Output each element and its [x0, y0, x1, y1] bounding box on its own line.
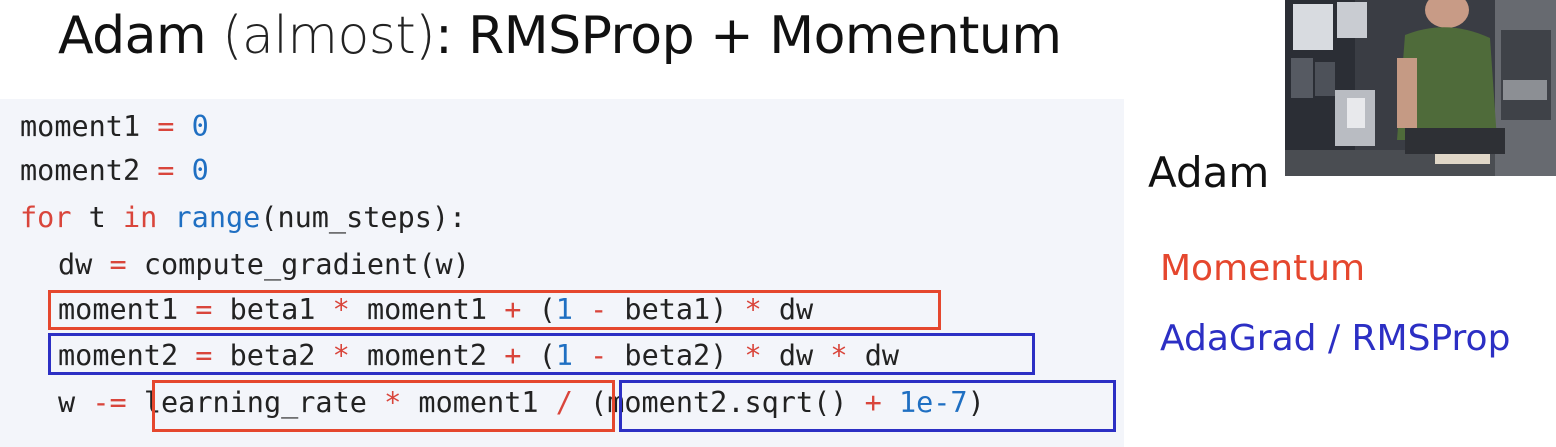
rmsprop-highlight-box [48, 333, 1035, 375]
code-token: dw [58, 248, 93, 281]
code-operator: = [157, 154, 175, 187]
code-token: w [58, 386, 76, 419]
code-number: 0 [191, 154, 209, 187]
code-token: moment2 [20, 154, 141, 187]
code-token: (num_steps): [260, 201, 467, 234]
title-main-end: : RMSProp + Momentum [435, 6, 1062, 66]
code-keyword: for [20, 201, 72, 234]
code-operator: = [109, 248, 127, 281]
speaker-video-inset [1285, 0, 1556, 176]
code-line-3: for t in range(num_steps): [20, 198, 466, 238]
code-keyword: in [123, 201, 158, 234]
code-line-4: dw = compute_gradient(w) [58, 245, 470, 285]
slide-title: Adam (almost): RMSProp + Momentum [58, 6, 1062, 66]
speaker-video-image [1285, 0, 1556, 176]
code-token: t [88, 201, 106, 234]
code-operator: -= [92, 386, 127, 419]
adam-label: Adam [1148, 148, 1270, 197]
code-token: moment1 [20, 110, 141, 143]
momentum-highlight-box [48, 290, 941, 330]
legend-adagrad-rmsprop: AdaGrad / RMSProp [1160, 318, 1511, 359]
code-builtin: range [174, 201, 261, 234]
legend-momentum: Momentum [1160, 248, 1366, 289]
code-token: compute_gradient(w) [143, 248, 470, 281]
lr-moment1-highlight-box [152, 380, 615, 432]
title-main-start: Adam [58, 6, 207, 66]
code-line-1: moment1 = 0 [20, 107, 209, 147]
sqrt-moment2-highlight-box [619, 380, 1116, 432]
code-line-2: moment2 = 0 [20, 151, 209, 191]
code-number: 0 [191, 110, 209, 143]
title-paren: (almost) [222, 6, 436, 66]
code-operator: = [157, 110, 175, 143]
